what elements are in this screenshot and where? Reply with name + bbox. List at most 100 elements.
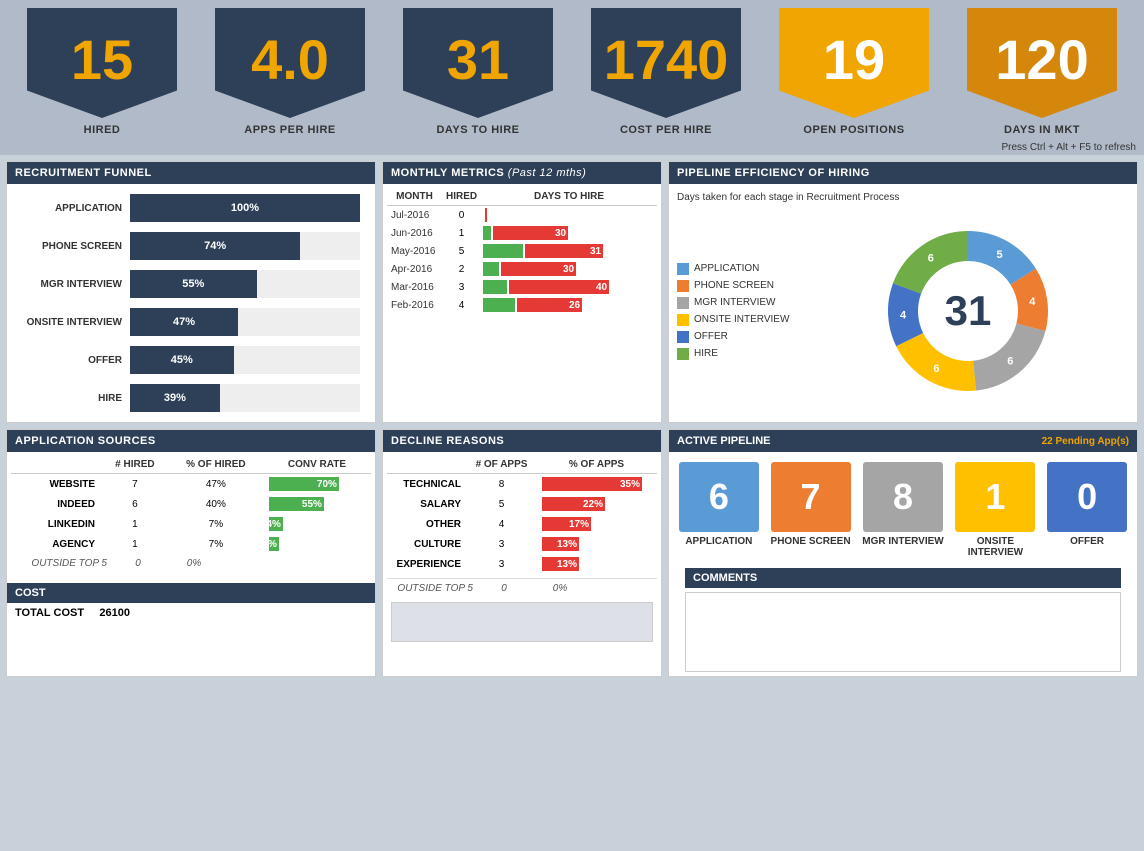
pipeline-box-onsite: 1 ONSITEINTERVIEW	[955, 462, 1035, 558]
source-pct: 7%	[169, 514, 263, 534]
kpi-cost-per-hire: 1740 COST PER HIRE	[574, 8, 758, 140]
funnel-bar-container-1: 74%	[130, 232, 360, 260]
pipeline-legend: APPLICATION PHONE SCREEN MGR INTERVIEW O…	[677, 263, 797, 360]
pipeline-box-label-offer: OFFER	[1070, 536, 1104, 547]
decline-col-pct: % OF APPS	[536, 456, 657, 474]
funnel-row-offer: OFFER 45%	[22, 346, 360, 374]
funnel-bar-container-5: 39%	[130, 384, 360, 412]
monthly-subtitle: (Past 12 mths)	[508, 167, 587, 179]
decline-content: # OF APPS % OF APPS TECHNICAL 8 35% SALA…	[383, 452, 661, 650]
decline-footer-bar	[391, 602, 653, 642]
pipeline-box-application: 6 APPLICATION	[679, 462, 759, 558]
decline-row: SALARY 5 22%	[387, 494, 657, 514]
source-label: INDEED	[11, 494, 101, 514]
legend-dot-hire	[677, 348, 689, 360]
kpi-badge-apps: 4.0	[215, 8, 365, 118]
col-hired: HIRED	[442, 188, 481, 206]
decline-col-label	[387, 456, 467, 474]
decline-pct-bar: 35%	[536, 474, 657, 495]
decline-header: DECLINE REASONS	[383, 430, 661, 452]
decline-pct-bar: 17%	[536, 514, 657, 534]
decline-row: OTHER 4 17%	[387, 514, 657, 534]
monthly-hired-val: 0	[442, 206, 481, 225]
conv-bar: 14%	[269, 517, 283, 531]
funnel-bar-4: 45%	[130, 346, 234, 374]
decline-pct-bar: 13%	[536, 554, 657, 574]
monthly-row: Mar-2016 3 40	[387, 278, 657, 296]
kpi-badge-cost: 1740	[591, 8, 741, 118]
monthly-row: Feb-2016 4 26	[387, 296, 657, 314]
pipeline-num-phonescreen: 7	[771, 462, 851, 532]
decline-table: # OF APPS % OF APPS TECHNICAL 8 35% SALA…	[387, 456, 657, 574]
kpi-value-days: 31	[447, 27, 509, 92]
legend-mgrinterview: MGR INTERVIEW	[677, 297, 797, 309]
sources-outside-label: OUTSIDE TOP 5	[17, 558, 107, 569]
decline-outside-pct: 0%	[535, 583, 585, 594]
comments-section: COMMENTS	[677, 568, 1129, 672]
refresh-text: Press Ctrl + Alt + F5 to refresh	[1002, 142, 1137, 153]
funnel-label-4: OFFER	[22, 355, 122, 366]
funnel-label-3: ONSITE INTERVIEW	[22, 317, 122, 328]
pipeline-header: PIPELINE EFFICIENCY OF HIRING	[669, 162, 1137, 184]
pipeline-subtitle: Days taken for each stage in Recruitment…	[677, 192, 1129, 203]
source-conv: 55%	[263, 494, 371, 514]
monthly-bars: 40	[481, 278, 611, 296]
monthly-hired-val: 3	[442, 278, 481, 296]
kpi-badge-days: 31	[403, 8, 553, 118]
kpi-bar: 15 HIRED 4.0 APPS PER HIRE 31 DAYS TO HI…	[0, 0, 1144, 140]
source-conv: 10%	[263, 534, 371, 554]
decline-row: CULTURE 3 13%	[387, 534, 657, 554]
monthly-green-bar	[483, 226, 491, 240]
decline-col-apps: # OF APPS	[467, 456, 536, 474]
cost-row: TOTAL COST 26100	[7, 603, 375, 623]
pipeline-box-label-phonescreen: PHONE SCREEN	[771, 536, 851, 547]
decline-label: SALARY	[387, 494, 467, 514]
funnel-content: APPLICATION 100% PHONE SCREEN 74% MGR IN…	[7, 184, 375, 422]
sources-row: INDEED 6 40% 55%	[11, 494, 371, 514]
monthly-bars: 30	[481, 224, 611, 242]
kpi-badge-hired: 15	[27, 8, 177, 118]
donut-container: 546646 31	[807, 211, 1129, 411]
legend-dot-offer	[677, 331, 689, 343]
decline-label: TECHNICAL	[387, 474, 467, 495]
col-month: MONTH	[387, 188, 442, 206]
pipeline-content: Days taken for each stage in Recruitment…	[669, 184, 1137, 419]
decline-panel: DECLINE REASONS # OF APPS % OF APPS TECH…	[382, 429, 662, 677]
legend-label-application: APPLICATION	[694, 263, 759, 274]
source-pct: 7%	[169, 534, 263, 554]
sources-col-label	[11, 456, 101, 474]
monthly-bars: 26	[481, 296, 611, 314]
donut-center: 31	[945, 287, 992, 335]
funnel-row-hire: HIRE 39%	[22, 384, 360, 412]
funnel-row-mgrinterview: MGR INTERVIEW 55%	[22, 270, 360, 298]
source-hired: 7	[101, 474, 169, 495]
kpi-open-positions: 19 OPEN POSITIONS	[762, 8, 946, 140]
funnel-label-5: HIRE	[22, 393, 122, 404]
kpi-days-in-mkt: 120 DAYS IN MKT	[950, 8, 1134, 140]
decline-outside-apps: 0	[479, 583, 529, 594]
monthly-red-bar	[485, 208, 487, 222]
decline-outside-label: OUTSIDE TOP 5	[393, 583, 473, 594]
pipeline-box-label-onsite: ONSITEINTERVIEW	[968, 536, 1023, 558]
decline-bar: 17%	[542, 517, 591, 531]
source-hired: 6	[101, 494, 169, 514]
monthly-bars	[481, 206, 611, 224]
decline-apps: 4	[467, 514, 536, 534]
funnel-bar-1: 74%	[130, 232, 300, 260]
funnel-bar-container-0: 100%	[130, 194, 360, 222]
kpi-hired: 15 HIRED	[10, 8, 194, 140]
pipeline-box-phonescreen: 7 PHONE SCREEN	[771, 462, 851, 558]
monthly-month: May-2016	[387, 242, 442, 260]
sources-col-conv: CONV RATE	[263, 456, 371, 474]
source-pct: 40%	[169, 494, 263, 514]
sources-header: APPLICATION SOURCES	[7, 430, 375, 452]
kpi-value-open: 19	[823, 27, 885, 92]
conv-bar: 55%	[269, 497, 324, 511]
pipeline-boxes: 6 APPLICATION 7 PHONE SCREEN 8 MGR INTER…	[669, 452, 1137, 568]
pipeline-panel: PIPELINE EFFICIENCY OF HIRING Days taken…	[668, 161, 1138, 423]
pipeline-box-label-mgrinterview: MGR INTERVIEW	[862, 536, 943, 547]
legend-hire: HIRE	[677, 348, 797, 360]
decline-label: EXPERIENCE	[387, 554, 467, 574]
monthly-row: Jun-2016 1 30	[387, 224, 657, 242]
kpi-label-apps: APPS PER HIRE	[244, 124, 335, 136]
